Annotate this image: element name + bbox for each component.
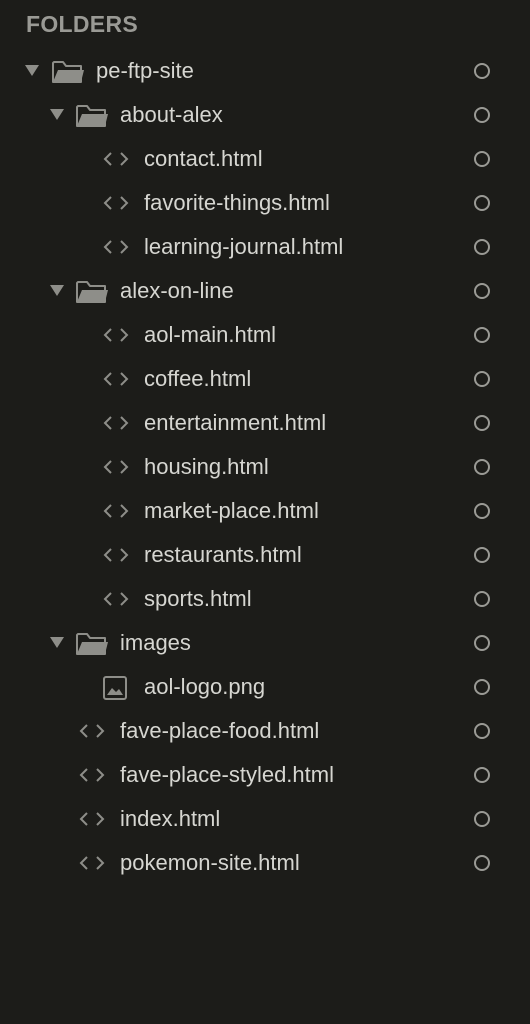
code-file-icon: [103, 240, 129, 254]
status-circle-icon: [474, 547, 490, 563]
status-circle-icon: [474, 459, 490, 475]
tree-item-label: pokemon-site.html: [120, 850, 300, 875]
tree-row-file[interactable]: aol-logo.png: [0, 665, 530, 709]
code-file-icon: [103, 548, 129, 562]
file-tree: pe-ftp-site about-alex contact.html favo…: [0, 49, 530, 885]
status-circle-icon: [474, 591, 490, 607]
folder-open-icon: [76, 633, 108, 655]
tree-item-label: fave-place-food.html: [120, 718, 320, 743]
status-circle-icon: [474, 767, 490, 783]
folder-open-icon: [76, 105, 108, 127]
code-file-icon: [103, 504, 129, 518]
code-file-icon: [103, 372, 129, 386]
tree-item-label: restaurants.html: [144, 542, 302, 567]
tree-row-file[interactable]: index.html: [0, 797, 530, 841]
status-circle-icon: [474, 635, 490, 651]
tree-item-label: fave-place-styled.html: [120, 762, 334, 787]
status-circle-icon: [474, 811, 490, 827]
tree-row-file[interactable]: favorite-things.html: [0, 181, 530, 225]
code-file-icon: [103, 460, 129, 474]
tree-item-label: index.html: [120, 806, 221, 831]
status-circle-icon: [474, 723, 490, 739]
tree-item-label: housing.html: [144, 454, 269, 479]
folder-open-icon: [76, 281, 108, 303]
tree-row-file[interactable]: aol-main.html: [0, 313, 530, 357]
tree-row-file[interactable]: contact.html: [0, 137, 530, 181]
tree-item-label: market-place.html: [144, 498, 319, 523]
disclosure-triangle-icon[interactable]: [50, 109, 64, 120]
code-file-icon: [103, 328, 129, 342]
code-file-icon: [79, 768, 105, 782]
status-circle-icon: [474, 371, 490, 387]
tree-item-label: aol-logo.png: [144, 674, 266, 699]
status-circle-icon: [474, 679, 490, 695]
code-file-icon: [103, 416, 129, 430]
tree-row-file[interactable]: fave-place-food.html: [0, 709, 530, 753]
tree-row-file[interactable]: fave-place-styled.html: [0, 753, 530, 797]
status-circle-icon: [474, 151, 490, 167]
tree-item-label: entertainment.html: [144, 410, 327, 435]
status-circle-icon: [474, 327, 490, 343]
image-file-icon: [103, 676, 127, 700]
sidebar-header: FOLDERS: [26, 11, 138, 37]
code-file-icon: [79, 856, 105, 870]
status-circle-icon: [474, 503, 490, 519]
tree-item-label: learning-journal.html: [144, 234, 344, 259]
code-file-icon: [103, 196, 129, 210]
disclosure-triangle-icon[interactable]: [50, 285, 64, 296]
code-file-icon: [103, 152, 129, 166]
tree-row-file[interactable]: entertainment.html: [0, 401, 530, 445]
tree-row-file[interactable]: learning-journal.html: [0, 225, 530, 269]
tree-row-file[interactable]: market-place.html: [0, 489, 530, 533]
tree-item-label: alex-on-line: [120, 278, 234, 303]
tree-row-about-alex[interactable]: about-alex: [0, 93, 530, 137]
tree-item-label: coffee.html: [144, 366, 252, 391]
tree-item-label: aol-main.html: [144, 322, 277, 347]
folders-sidebar: FOLDERS pe-ftp-site about-alex contact.h…: [0, 0, 530, 1024]
tree-item-label: images: [120, 630, 191, 655]
tree-item-label: favorite-things.html: [144, 190, 330, 215]
status-circle-icon: [474, 415, 490, 431]
code-file-icon: [103, 592, 129, 606]
code-file-icon: [79, 724, 105, 738]
tree-row-file[interactable]: restaurants.html: [0, 533, 530, 577]
disclosure-triangle-icon[interactable]: [50, 637, 64, 648]
status-circle-icon: [474, 107, 490, 123]
tree-item-label: sports.html: [144, 586, 252, 611]
status-circle-icon: [474, 283, 490, 299]
tree-row-pe-ftp-site[interactable]: pe-ftp-site: [0, 49, 530, 93]
tree-row-file[interactable]: housing.html: [0, 445, 530, 489]
status-circle-icon: [474, 239, 490, 255]
disclosure-triangle-icon[interactable]: [25, 65, 39, 76]
tree-item-label: pe-ftp-site: [96, 58, 194, 83]
tree-row-images[interactable]: images: [0, 621, 530, 665]
tree-row-file[interactable]: sports.html: [0, 577, 530, 621]
tree-row-alex-on-line[interactable]: alex-on-line: [0, 269, 530, 313]
status-circle-icon: [474, 195, 490, 211]
folder-open-icon: [52, 61, 84, 83]
tree-item-label: about-alex: [120, 102, 223, 127]
code-file-icon: [79, 812, 105, 826]
tree-row-file[interactable]: pokemon-site.html: [0, 841, 530, 885]
status-circle-icon: [474, 63, 490, 79]
tree-row-file[interactable]: coffee.html: [0, 357, 530, 401]
tree-item-label: contact.html: [144, 146, 263, 171]
status-circle-icon: [474, 855, 490, 871]
